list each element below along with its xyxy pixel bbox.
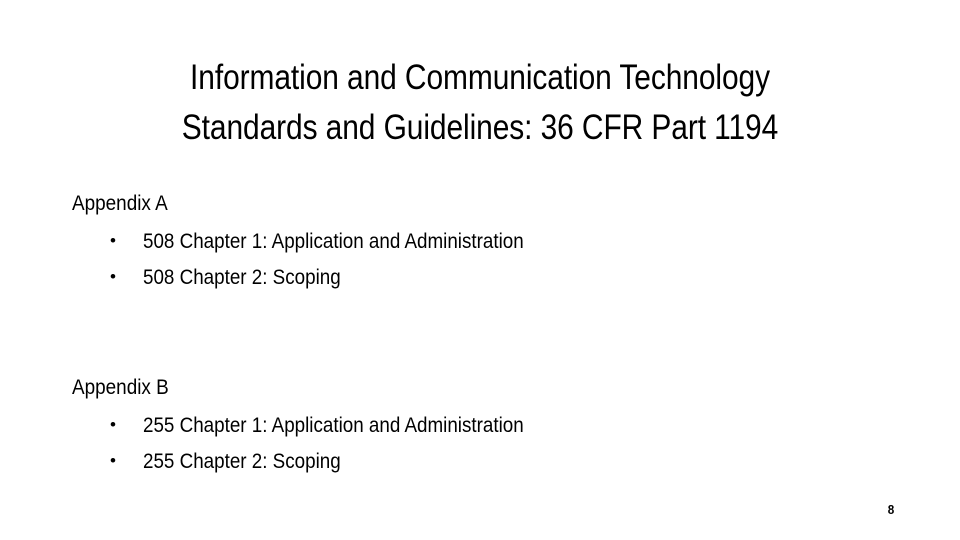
- list-item-label: 508 Chapter 1: Application and Administr…: [143, 229, 524, 253]
- bullet-icon: •: [110, 451, 116, 470]
- appendix-b-heading: Appendix B: [72, 375, 169, 399]
- list-item-label: 255 Chapter 2: Scoping: [143, 449, 341, 473]
- title-line-2: Standards and Guidelines: 36 CFR Part 11…: [181, 108, 779, 148]
- list-item-label: 508 Chapter 2: Scoping: [143, 265, 341, 289]
- list-item: • 508 Chapter 2: Scoping: [72, 259, 892, 295]
- slide-body: Appendix A • 508 Chapter 1: Application …: [72, 189, 892, 479]
- title-line-1: Information and Communication Technology: [190, 58, 770, 98]
- list-item: • 255 Chapter 1: Application and Adminis…: [72, 407, 892, 443]
- appendix-a-bullet-list: • 508 Chapter 1: Application and Adminis…: [72, 223, 892, 295]
- list-item: • 255 Chapter 2: Scoping: [72, 443, 892, 479]
- appendix-b-bullet-list: • 255 Chapter 1: Application and Adminis…: [72, 407, 892, 479]
- list-item-label: 255 Chapter 1: Application and Administr…: [143, 413, 524, 437]
- bullet-icon: •: [110, 415, 116, 434]
- list-item: • 508 Chapter 1: Application and Adminis…: [72, 223, 892, 259]
- appendix-b-section: Appendix B • 255 Chapter 1: Application …: [72, 373, 892, 479]
- appendix-a-section: Appendix A • 508 Chapter 1: Application …: [72, 189, 892, 295]
- slide: Information and Communication Technology…: [0, 0, 960, 540]
- page-number: 8: [887, 502, 894, 517]
- bullet-icon: •: [110, 267, 116, 286]
- page-title: Information and Communication Technology…: [70, 53, 891, 153]
- bullet-icon: •: [110, 231, 116, 250]
- appendix-a-heading: Appendix A: [72, 191, 168, 215]
